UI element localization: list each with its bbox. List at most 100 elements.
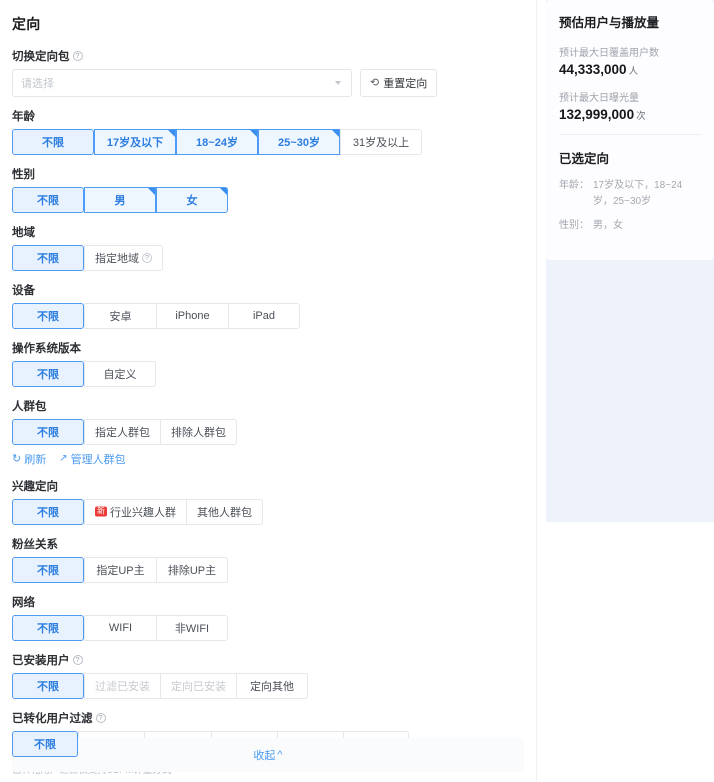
- option-age-31岁及以上[interactable]: 31岁及以上: [340, 129, 422, 155]
- section-network: 网络不限 WIFI 非WIFI: [12, 594, 524, 641]
- option-gender-不限[interactable]: 不限: [12, 187, 84, 213]
- option-label: 不限: [37, 311, 59, 323]
- option-region-不限[interactable]: 不限: [12, 245, 84, 271]
- option-fan-relation-不限[interactable]: 不限: [12, 557, 84, 583]
- option-group-gender: 不限 男 女: [12, 187, 228, 213]
- selected-row-key: 性别：: [559, 220, 589, 231]
- help-icon[interactable]: ?: [95, 713, 106, 723]
- option-group-region: 不限 指定地域?: [12, 245, 163, 271]
- selected-row-0: 年龄： 17岁及以下，18~24岁，25~30岁: [559, 178, 701, 210]
- section-label-installed-users: 已安装用户?: [12, 652, 524, 668]
- option-os-version-不限[interactable]: 不限: [12, 361, 84, 387]
- section-label-age: 年龄: [12, 108, 524, 124]
- collapse-label: 收起: [253, 750, 276, 762]
- section-age: 年龄不限 17岁及以下 18~24岁 25~30岁 31岁及以上: [12, 108, 524, 155]
- option-label: 自定义: [103, 369, 137, 381]
- option-label: 排除UP主: [167, 565, 217, 577]
- option-audience-package-不限[interactable]: 不限: [12, 419, 84, 445]
- option-network-不限[interactable]: 不限: [12, 615, 84, 641]
- help-icon[interactable]: ?: [142, 253, 152, 263]
- option-age-25~30岁[interactable]: 25~30岁: [258, 129, 340, 155]
- targeting-package-select-placeholder: 请选择: [21, 78, 54, 90]
- option-interest-targeting-行业兴趣人群[interactable]: 新行业兴趣人群: [84, 499, 186, 525]
- section-label-network: 网络: [12, 594, 524, 610]
- option-label: 17岁及以下: [106, 137, 164, 149]
- option-installed-users-过滤已安装: 过滤已安装: [84, 673, 160, 699]
- section-label-text: 年龄: [12, 111, 35, 123]
- option-label: 不限: [37, 565, 59, 577]
- reset-targeting-button[interactable]: ⟳ 重置定向: [360, 69, 438, 97]
- option-device-iPhone[interactable]: iPhone: [156, 303, 228, 329]
- option-label: 过滤已安装: [95, 681, 150, 693]
- option-device-不限[interactable]: 不限: [12, 303, 84, 329]
- help-icon[interactable]: ?: [72, 655, 83, 665]
- option-installed-users-不限[interactable]: 不限: [12, 673, 84, 699]
- option-label: 不限: [42, 137, 64, 149]
- option-group-installed-users: 不限 过滤已安装 定向已安装 定向其他: [12, 673, 308, 699]
- option-label: 排除人群包: [171, 427, 226, 439]
- selected-row-value: 17岁及以下，18~24岁，25~30岁: [593, 180, 683, 207]
- option-label: 不限: [37, 253, 59, 265]
- option-label: 指定UP主: [96, 565, 145, 577]
- option-label: 男: [114, 195, 126, 207]
- divider: [559, 134, 701, 135]
- external-link-icon: ↗: [59, 453, 68, 464]
- option-label: iPhone: [175, 310, 210, 322]
- link-label: 管理人群包: [70, 454, 126, 466]
- targeting-page: 定向 切换定向包 ? 请选择 ⟳ 重置定向 年龄 不限 17岁及以下 18~24岁 25…: [0, 0, 714, 782]
- option-label: 指定人群包: [95, 427, 150, 439]
- estimate-metric-unit: 次: [636, 111, 646, 122]
- targeting-sections: 年龄 不限 17岁及以下 18~24岁 25~30岁 31岁及以上 性别 不限男女地域 不限 指定…: [12, 108, 524, 782]
- section-label-text: 粉丝关系: [12, 539, 58, 551]
- option-label: 不限: [34, 739, 56, 751]
- option-device-安卓[interactable]: 安卓: [84, 303, 156, 329]
- option-label: 非WIFI: [174, 623, 210, 635]
- estimate-metric-label-0: 预计最大日覆盖用户数: [559, 48, 659, 59]
- refresh-icon: ⟳: [370, 76, 380, 89]
- collapse-button[interactable]: 收起 ^: [12, 738, 524, 772]
- targeting-package-select[interactable]: 请选择: [12, 69, 352, 97]
- option-group-interest-targeting: 不限新行业兴趣人群 其他人群包: [12, 499, 263, 525]
- option-installed-users-定向已安装: 定向已安装: [160, 673, 236, 699]
- option-network-WIFI[interactable]: WIFI: [84, 615, 156, 641]
- section-gender: 性别 不限 男 女: [12, 166, 524, 213]
- option-fan-relation-指定UP主[interactable]: 指定UP主: [84, 557, 156, 583]
- help-icon[interactable]: ?: [72, 51, 83, 61]
- option-label: 女: [186, 195, 198, 207]
- option-age-18~24岁[interactable]: 18~24岁: [176, 129, 258, 155]
- option-os-version-自定义[interactable]: 自定义: [84, 361, 156, 387]
- targeting-package-block: 切换定向包 ? 请选择 ⟳ 重置定向: [12, 48, 524, 97]
- estimate-metric-label-1: 预计最大日曝光量: [559, 93, 639, 104]
- option-gender-男[interactable]: 男: [84, 187, 156, 213]
- option-label: 不限: [37, 195, 59, 207]
- targeting-main-panel: 定向 切换定向包 ? 请选择 ⟳ 重置定向 年龄 不限 17岁及以下 18~24岁 25…: [0, 0, 537, 782]
- option-audience-package-排除人群包[interactable]: 排除人群包: [160, 419, 237, 445]
- selected-row-1: 性别： 男，女: [559, 218, 701, 234]
- link-刷新[interactable]: ↺ 刷新: [12, 451, 46, 467]
- option-age-不限[interactable]: 不限: [12, 129, 94, 155]
- option-label: 不限: [37, 427, 59, 439]
- selected-row-key: 年龄：: [559, 180, 589, 191]
- option-interest-targeting-其他人群包[interactable]: 其他人群包: [186, 499, 263, 525]
- targeting-package-label-text: 切换定向包: [12, 51, 70, 63]
- option-fan-relation-排除UP主[interactable]: 排除UP主: [156, 557, 228, 583]
- refresh-icon: ↺: [12, 452, 22, 465]
- option-label: 安卓: [109, 311, 132, 323]
- option-audience-package-指定人群包[interactable]: 指定人群包: [84, 419, 160, 445]
- option-interest-targeting-不限[interactable]: 不限: [12, 499, 84, 525]
- section-os-version: 操作系统版本 不限 自定义: [12, 340, 524, 387]
- option-installed-users-定向其他[interactable]: 定向其他: [236, 673, 308, 699]
- option-region-指定地域[interactable]: 指定地域?: [84, 245, 163, 271]
- option-converted-user-filter-不限[interactable]: 不限: [12, 731, 78, 757]
- option-network-非WIFI[interactable]: 非WIFI: [156, 615, 228, 641]
- option-group-device: 不限 安卓 iPhone iPad: [12, 303, 300, 329]
- section-label-text: 地域: [12, 227, 35, 239]
- option-label: 不限: [37, 681, 59, 693]
- link-管理人群包[interactable]: ↗ 管理人群包: [59, 451, 125, 467]
- option-gender-女[interactable]: 女: [156, 187, 228, 213]
- estimate-metric-number: 44,333,000: [559, 62, 627, 77]
- option-age-17岁及以下[interactable]: 17岁及以下: [94, 129, 176, 155]
- section-audience-package: 人群包 不限 指定人群包 排除人群包 ↺ 刷新 ↗ 管理人群包: [12, 398, 524, 467]
- option-device-iPad[interactable]: iPad: [228, 303, 300, 329]
- section-label-text: 已转化用户过滤: [12, 713, 93, 725]
